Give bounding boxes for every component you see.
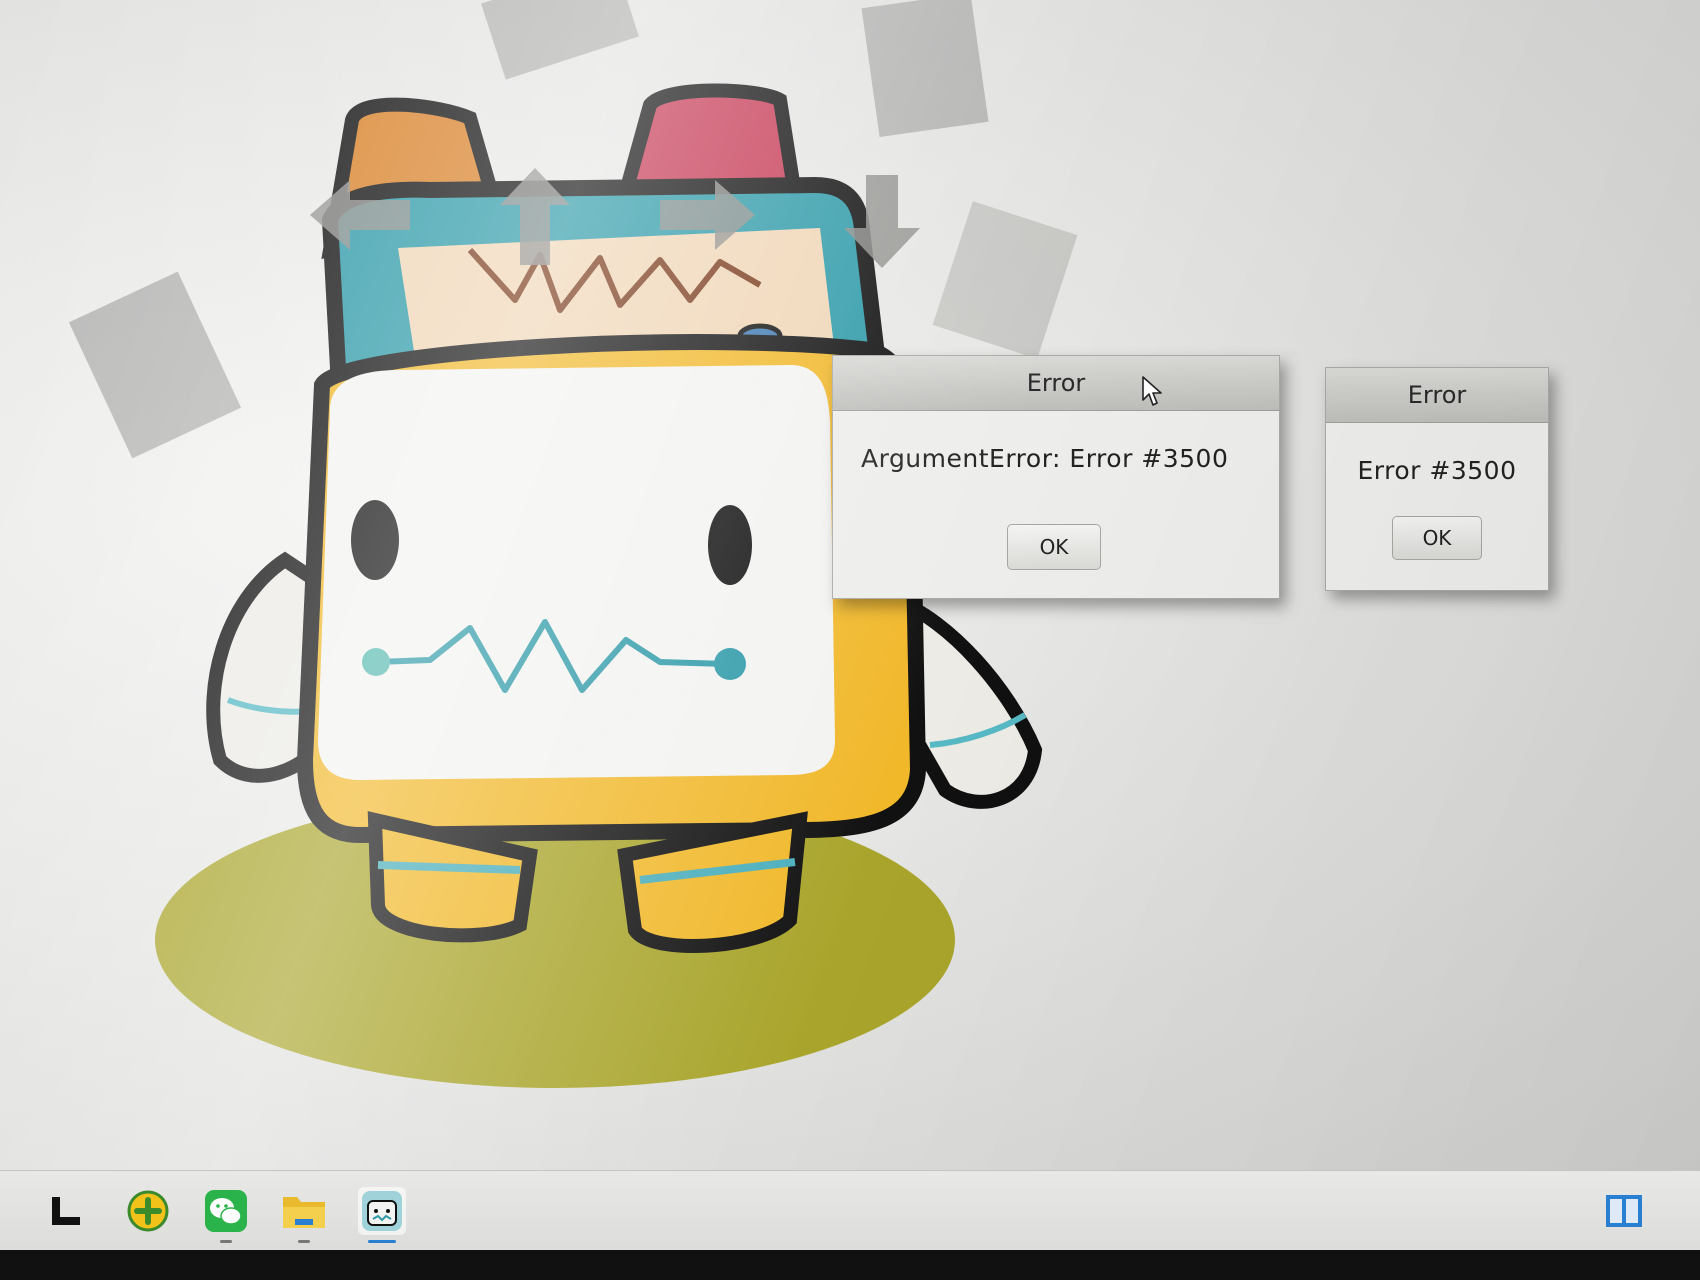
error-message: Error #3500 (1357, 456, 1517, 485)
dialog-title[interactable]: Error (833, 356, 1279, 411)
error-dialog-main: Error ArgumentError: Error #3500 OK (832, 355, 1280, 599)
mouse-cursor-icon (1142, 376, 1162, 406)
mascot-app-icon[interactable] (358, 1187, 406, 1243)
file-explorer-icon[interactable] (280, 1187, 328, 1243)
taskbar (0, 1170, 1700, 1250)
ok-button[interactable]: OK (1007, 524, 1101, 570)
app-plus-icon[interactable] (124, 1187, 172, 1235)
dialog-title[interactable]: Error (1326, 368, 1548, 423)
window-layout-icon[interactable] (1600, 1187, 1648, 1235)
error-message: ArgumentError: Error #3500 (861, 444, 1229, 473)
desktop-screen: Error ArgumentError: Error #3500 OK Erro… (0, 0, 1700, 1250)
mascot-eye-right (708, 505, 752, 585)
wechat-icon[interactable] (202, 1187, 250, 1243)
ok-button[interactable]: OK (1392, 516, 1482, 560)
monitor-bezel (0, 1250, 1700, 1280)
mascot-face-screen (318, 365, 835, 780)
mascot-eye-left (351, 500, 399, 580)
launcher-icon[interactable] (42, 1187, 90, 1235)
error-dialog-secondary: Error Error #3500 OK (1325, 367, 1549, 591)
